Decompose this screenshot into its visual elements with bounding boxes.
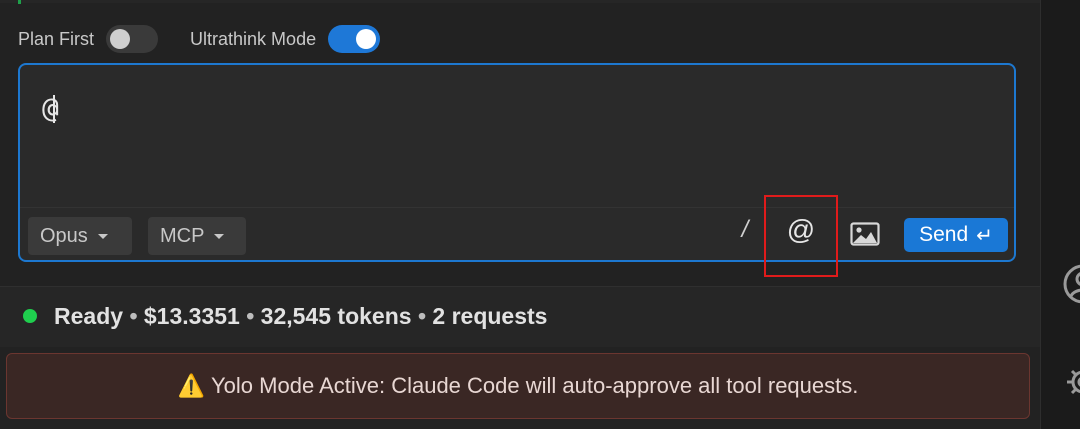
text-caret <box>52 95 55 123</box>
ultrathink-label: Ultrathink Mode <box>190 28 317 49</box>
chevron-down-icon <box>214 233 225 239</box>
separator: • <box>417 303 426 329</box>
image-icon[interactable] <box>850 222 880 246</box>
status-requests: 2 requests <box>432 303 548 329</box>
mcp-select[interactable]: MCP <box>148 217 246 255</box>
warning-icon: ⚠️ <box>177 373 206 399</box>
ultrathink-toggle-group[interactable]: Ultrathink Mode <box>190 25 381 53</box>
prompt-input[interactable]: @ <box>42 91 59 124</box>
switch-knob <box>356 29 377 49</box>
chevron-down-icon <box>97 233 108 239</box>
separator: • <box>246 303 255 329</box>
switch-knob <box>110 29 131 49</box>
separator: • <box>129 303 138 329</box>
plan-first-label: Plan First <box>18 28 95 49</box>
warning-text: Yolo Mode Active: Claude Code will auto-… <box>211 373 859 398</box>
model-select[interactable]: Opus <box>28 217 132 255</box>
model-select-label: Opus <box>40 224 88 247</box>
top-strip <box>0 0 1040 3</box>
plan-first-switch[interactable] <box>106 25 159 53</box>
status-tokens: 32,545 tokens <box>260 303 412 329</box>
active-indicator <box>18 0 21 4</box>
plan-first-toggle-group[interactable]: Plan First <box>18 25 159 53</box>
prompt-input-box[interactable]: @ Opus MCP / @ Send ↵ <box>18 63 1016 262</box>
enter-icon: ↵ <box>976 223 993 247</box>
send-button-label: Send <box>919 223 969 246</box>
send-button[interactable]: Send ↵ <box>904 218 1008 252</box>
status-cost: $13.3351 <box>143 303 240 329</box>
claude-code-panel: Plan First Ultrathink Mode @ Opus MCP / … <box>0 0 1080 429</box>
main-panel: Plan First Ultrathink Mode @ Opus MCP / … <box>0 0 1040 429</box>
status-state: Ready <box>54 303 124 329</box>
gear-icon[interactable] <box>1061 360 1080 408</box>
slash-command-button[interactable]: / <box>738 216 752 244</box>
status-indicator <box>23 309 37 323</box>
prompt-input-value: @ <box>42 91 59 124</box>
status-text: Ready • $13.3351 • 32,545 tokens • 2 req… <box>54 303 547 330</box>
account-icon[interactable] <box>1061 262 1080 310</box>
mcp-select-label: MCP <box>160 224 205 247</box>
mode-toggles: Plan First Ultrathink Mode <box>18 24 412 54</box>
right-activity-rail <box>1041 0 1080 429</box>
highlight-annotation <box>764 195 838 277</box>
status-bar: Ready • $13.3351 • 32,545 tokens • 2 req… <box>0 286 1040 347</box>
input-footer: Opus MCP / @ Send ↵ <box>20 208 1014 260</box>
yolo-warning-banner: ⚠️ Yolo Mode Active: Claude Code will au… <box>6 353 1030 419</box>
ultrathink-switch[interactable] <box>328 25 381 53</box>
